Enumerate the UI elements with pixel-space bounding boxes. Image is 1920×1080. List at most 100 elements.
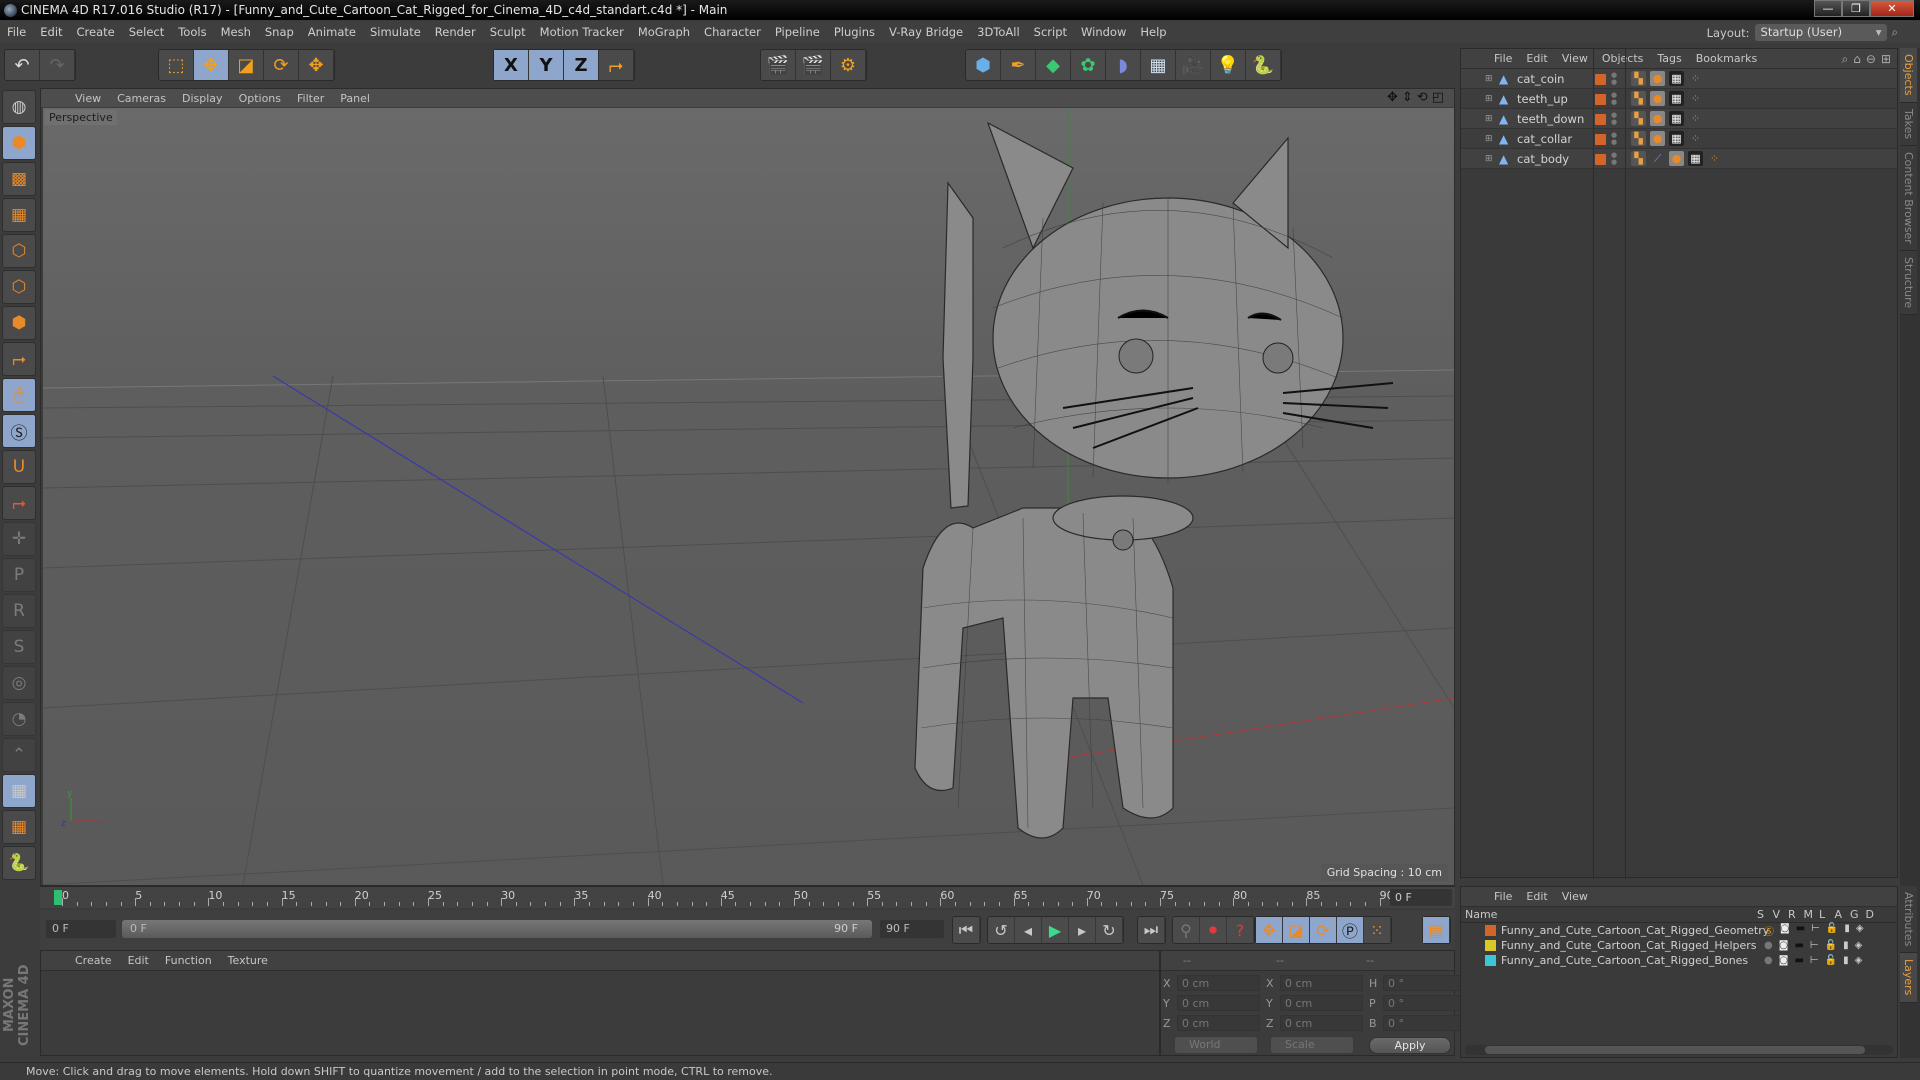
object-name[interactable]: cat_collar: [1517, 132, 1572, 146]
close-button[interactable]: ✕: [1870, 0, 1914, 17]
undo-icon[interactable]: ↶: [5, 50, 40, 80]
coordinate-space-dropdown[interactable]: World: [1175, 1037, 1257, 1053]
object-row[interactable]: ⊞ ▲ teeth_down ● ● ▚ ● ▦ ⁘: [1461, 109, 1897, 129]
texture-tag-icon[interactable]: ▦: [1669, 91, 1684, 106]
search-icon[interactable]: ⌕: [1892, 25, 1898, 40]
menu-render[interactable]: Render: [428, 25, 483, 39]
home-icon[interactable]: ⌂: [1853, 52, 1861, 67]
y-axis-icon[interactable]: Y: [529, 50, 564, 80]
dolly-icon[interactable]: ⇕: [1402, 90, 1413, 105]
menu-edit[interactable]: Edit: [33, 25, 69, 39]
expand-icon[interactable]: ⊞: [1485, 154, 1493, 164]
python-icon[interactable]: 🐍: [1246, 50, 1281, 80]
cloner-icon[interactable]: ✿: [1071, 50, 1106, 80]
workplane-mode-icon[interactable]: ▦: [2, 198, 36, 232]
coord-size-field[interactable]: 0 cm: [1280, 1015, 1363, 1031]
object-menu-tags[interactable]: Tags: [1650, 52, 1688, 65]
render-toggle-icon[interactable]: ▬: [1794, 940, 1803, 951]
visibility-dots[interactable]: ● ●: [1611, 152, 1617, 166]
animation-toggle-icon[interactable]: ▮: [1843, 940, 1849, 951]
layer-color-swatch[interactable]: [1595, 154, 1606, 165]
manager-toggle-icon[interactable]: ⊢: [1810, 955, 1819, 966]
python-icon[interactable]: 🐍: [2, 846, 36, 880]
visibility-dots[interactable]: ● ●: [1611, 92, 1617, 106]
ik-target-icon[interactable]: ◎: [2, 666, 36, 700]
render-settings-icon[interactable]: ⚙: [831, 50, 866, 80]
viewport-menu-panel[interactable]: Panel: [332, 92, 378, 105]
menu-select[interactable]: Select: [122, 25, 171, 39]
maximize-viewport-icon[interactable]: ◰: [1432, 90, 1444, 105]
scale-icon[interactable]: ◪: [229, 50, 264, 80]
layout-dropdown[interactable]: Startup (User): [1754, 24, 1887, 41]
coord-rotation-field[interactable]: 0 °: [1383, 1015, 1466, 1031]
material-tag-icon[interactable]: ●: [1650, 111, 1665, 126]
generator-toggle-icon[interactable]: ◈: [1855, 940, 1863, 951]
layer-row[interactable]: Funny_and_Cute_Cartoon_Cat_Rigged_Bones ●…: [1461, 953, 1897, 968]
menu-help[interactable]: Help: [1133, 25, 1173, 39]
deformer-icon[interactable]: ◗: [1106, 50, 1141, 80]
skin-tag-icon[interactable]: ⁘: [1688, 131, 1703, 146]
ik-position-icon[interactable]: P: [2, 558, 36, 592]
camera-icon[interactable]: 🎥: [1176, 50, 1211, 80]
go-to-end-icon[interactable]: ⏭: [1138, 917, 1165, 943]
coord-rotation-field[interactable]: 0 °: [1383, 975, 1466, 991]
weight-tag-icon[interactable]: ▚: [1631, 111, 1646, 126]
horizontal-scrollbar[interactable]: [1465, 1045, 1893, 1055]
weight-tag-icon[interactable]: ▚: [1631, 151, 1646, 166]
layer-color-swatch[interactable]: [1485, 925, 1496, 936]
end-frame-field[interactable]: 90 F: [880, 920, 944, 938]
layer-column-r[interactable]: R: [1788, 908, 1796, 921]
move-icon[interactable]: ✥: [194, 50, 229, 80]
object-row[interactable]: ⊞ ▲ cat_collar ● ● ▚ ● ▦ ⁘: [1461, 129, 1897, 149]
material-tag-icon[interactable]: ●: [1650, 71, 1665, 86]
layer-color-swatch[interactable]: [1485, 955, 1496, 966]
animation-toggle-icon[interactable]: ▮: [1844, 923, 1850, 938]
lock-toggle-icon[interactable]: 🔓: [1825, 940, 1837, 951]
model-mode-icon[interactable]: ⬢: [2, 126, 36, 160]
menu-motion-tracker[interactable]: Motion Tracker: [533, 25, 631, 39]
layer-menu-file[interactable]: File: [1487, 890, 1519, 903]
layer-color-swatch[interactable]: [1595, 74, 1606, 85]
expand-icon[interactable]: ⊞: [1485, 94, 1493, 104]
maximize-button[interactable]: ❐: [1842, 0, 1870, 17]
transform-mode-dropdown[interactable]: Scale: [1271, 1037, 1353, 1053]
solo-toggle-icon[interactable]: ●: [1764, 955, 1773, 966]
layer-name[interactable]: Funny_and_Cute_Cartoon_Cat_Rigged_Geomet…: [1501, 924, 1769, 937]
texture-tag-icon[interactable]: ▦: [1669, 71, 1684, 86]
object-menu-file[interactable]: File: [1487, 52, 1519, 65]
layer-name[interactable]: Funny_and_Cute_Cartoon_Cat_Rigged_Helper…: [1501, 939, 1757, 952]
polygons-mode-icon[interactable]: ⬢: [2, 306, 36, 340]
tweak-mode-icon[interactable]: 🖱: [2, 378, 36, 412]
lock-toggle-icon[interactable]: 🔓: [1826, 923, 1838, 938]
visibility-dots[interactable]: ● ●: [1611, 132, 1617, 146]
new-window-icon[interactable]: ⊞: [1881, 52, 1891, 67]
menu-pipeline[interactable]: Pipeline: [768, 25, 827, 39]
object-menu-objects[interactable]: Objects: [1595, 52, 1651, 65]
coord-position-field[interactable]: 0 cm: [1177, 1015, 1260, 1031]
menu-sculpt[interactable]: Sculpt: [483, 25, 533, 39]
menu-file[interactable]: File: [0, 25, 33, 39]
animation-toggle-icon[interactable]: ▮: [1843, 955, 1849, 966]
expand-icon[interactable]: ⊞: [1485, 134, 1493, 144]
3d-viewport[interactable]: y x z Perspective Grid Spacing : 10 cm: [43, 108, 1454, 885]
viewport-menu-view[interactable]: View: [67, 92, 109, 105]
material-menu-texture[interactable]: Texture: [220, 954, 276, 967]
start-frame-field[interactable]: 0 F: [46, 920, 116, 938]
autokey-icon[interactable]: ?: [1227, 917, 1254, 943]
layer-row[interactable]: Funny_and_Cute_Cartoon_Cat_Rigged_Geomet…: [1461, 923, 1897, 938]
material-menu-edit[interactable]: Edit: [120, 954, 157, 967]
material-tag-icon[interactable]: ●: [1650, 131, 1665, 146]
play-icon[interactable]: ▶: [1042, 917, 1069, 943]
rotate-icon[interactable]: ⟳: [264, 50, 299, 80]
pan-icon[interactable]: ✥: [1387, 90, 1398, 105]
z-axis-icon[interactable]: Z: [564, 50, 599, 80]
layer-column-a[interactable]: A: [1835, 908, 1843, 921]
render-toggle-icon[interactable]: ▬: [1796, 923, 1805, 938]
generator-toggle-icon[interactable]: ◈: [1856, 923, 1864, 938]
texture-tag-icon[interactable]: ▦: [1669, 111, 1684, 126]
material-tag-icon[interactable]: ●: [1669, 151, 1684, 166]
layer-column-m[interactable]: M: [1804, 908, 1814, 921]
timeline-ruler[interactable]: 0 5 10 15 20 25 30 35 40 45 50 55 60 65 70 75 80 85 90 0 F: [40, 886, 1455, 908]
viewport-menu-display[interactable]: Display: [174, 92, 231, 105]
side-tab-objects[interactable]: Objects: [1900, 48, 1917, 103]
